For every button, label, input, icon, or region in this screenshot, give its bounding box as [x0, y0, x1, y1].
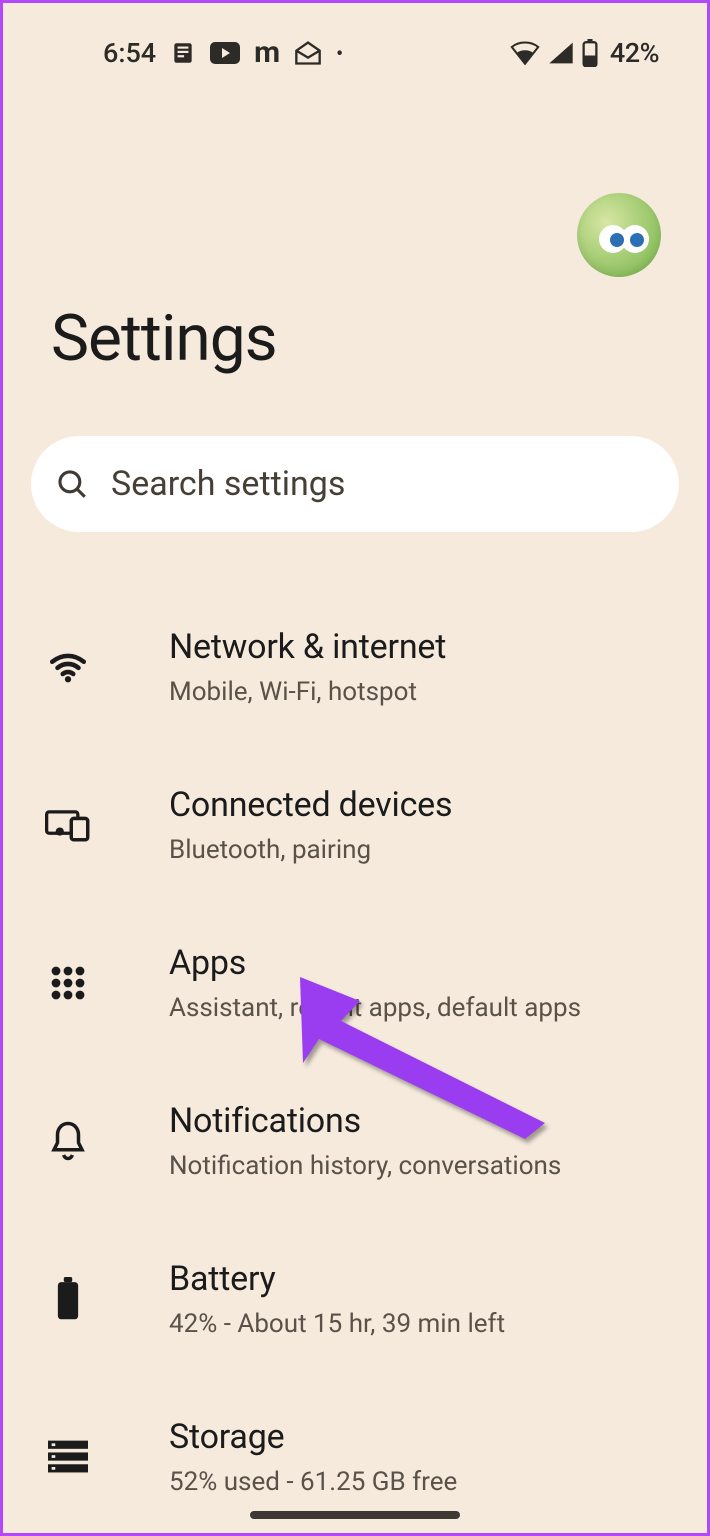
wifi-icon	[510, 41, 540, 65]
storage-icon	[3, 1439, 133, 1475]
battery-icon	[582, 39, 598, 67]
item-notifications[interactable]: Notifications Notification history, conv…	[3, 1062, 707, 1220]
item-connected-devices[interactable]: Connected devices Bluetooth, pairing	[3, 746, 707, 904]
gesture-bar[interactable]	[250, 1511, 460, 1519]
m-icon: m	[254, 38, 280, 68]
status-bar: 6:54 m • 42%	[3, 3, 707, 83]
youtube-icon	[210, 42, 240, 64]
item-subtitle: Bluetooth, pairing	[169, 835, 452, 865]
search-bar[interactable]: Search settings	[31, 436, 679, 532]
item-title: Storage	[169, 1417, 457, 1457]
item-title: Network & internet	[169, 627, 446, 667]
status-time: 6:54	[103, 37, 156, 69]
status-left: 6:54 m •	[103, 37, 343, 69]
item-battery[interactable]: Battery 42% - About 15 hr, 39 min left	[3, 1220, 707, 1378]
item-subtitle: Mobile, Wi-Fi, hotspot	[169, 677, 446, 707]
item-subtitle: Notification history, conversations	[169, 1151, 561, 1181]
item-apps[interactable]: Apps Assistant, recent apps, default app…	[3, 904, 707, 1062]
item-title: Battery	[169, 1259, 505, 1299]
battery-full-icon	[3, 1277, 133, 1321]
devices-icon	[3, 807, 133, 843]
avatar[interactable]	[577, 193, 661, 277]
item-title: Notifications	[169, 1101, 561, 1141]
mail-open-icon	[294, 40, 322, 66]
notification-feed-icon	[170, 40, 196, 66]
settings-list: Network & internet Mobile, Wi-Fi, hotspo…	[3, 532, 707, 1536]
status-right: 42%	[510, 37, 659, 69]
bell-icon	[3, 1120, 133, 1162]
item-title: Apps	[169, 943, 581, 983]
item-subtitle: Assistant, recent apps, default apps	[169, 993, 581, 1023]
item-subtitle: 42% - About 15 hr, 39 min left	[169, 1309, 505, 1339]
status-battery-text: 42%	[610, 37, 659, 69]
item-subtitle: 52% used - 61.25 GB free	[169, 1467, 457, 1497]
item-network-internet[interactable]: Network & internet Mobile, Wi-Fi, hotspo…	[3, 588, 707, 746]
wifi-icon	[3, 650, 133, 684]
search-icon	[55, 467, 89, 501]
apps-grid-icon	[3, 965, 133, 1001]
item-title: Connected devices	[169, 785, 452, 825]
cellular-signal-icon	[548, 41, 574, 65]
search-placeholder: Search settings	[111, 464, 345, 504]
dot-icon: •	[336, 41, 343, 65]
